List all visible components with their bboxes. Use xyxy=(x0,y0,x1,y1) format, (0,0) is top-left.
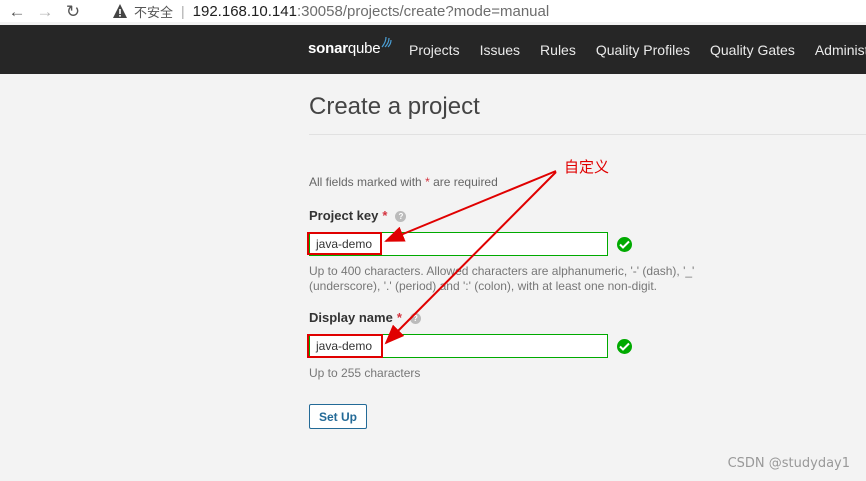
annotation-label: 自定义 xyxy=(564,158,610,176)
sonarqube-logo[interactable]: sonarqube xyxy=(308,36,392,57)
top-navigation: sonarqube Projects Issues Rules Quality … xyxy=(0,25,866,74)
reload-icon[interactable]: ↻ xyxy=(62,2,84,20)
page-title: Create a project xyxy=(309,93,480,120)
url-bar[interactable]: 不安全 | 192.168.10.141:30058/projects/crea… xyxy=(112,2,549,21)
watermark: CSDN @studyday1 xyxy=(727,456,850,471)
nav-item-rules[interactable]: Rules xyxy=(540,42,576,58)
display-name-label-text: Display name xyxy=(309,310,393,325)
address-separator: | xyxy=(181,3,185,19)
display-name-hint: Up to 255 characters xyxy=(309,366,421,380)
project-key-hint: Up to 400 characters. Allowed characters… xyxy=(309,264,709,294)
nav-item-projects[interactable]: Projects xyxy=(409,42,460,58)
display-name-label: Display name *? xyxy=(309,310,421,325)
nav-item-administration[interactable]: Administration xyxy=(815,42,866,58)
valid-check-icon xyxy=(617,237,632,252)
url-path: :30058/projects/create?mode=manual xyxy=(296,2,550,20)
display-name-required-star: * xyxy=(396,310,402,325)
project-key-hint-line1: Up to 400 characters. Allowed characters… xyxy=(309,264,695,278)
nav-item-quality-profiles[interactable]: Quality Profiles xyxy=(596,42,690,58)
help-icon[interactable]: ? xyxy=(409,313,421,325)
nav-item-issues[interactable]: Issues xyxy=(480,42,520,58)
required-note-suffix: are required xyxy=(433,175,498,189)
browser-address-bar: ← → ↻ 不安全 | 192.168.10.141:30058/project… xyxy=(0,0,866,22)
set-up-button[interactable]: Set Up xyxy=(309,404,368,429)
annotation-highlight-box xyxy=(307,232,382,255)
nav-item-quality-gates[interactable]: Quality Gates xyxy=(710,42,795,58)
annotation-highlight-box xyxy=(307,334,383,358)
logo-bold-text: sonar xyxy=(308,40,348,57)
required-star: * xyxy=(425,175,430,189)
sonar-waves-icon xyxy=(381,36,392,48)
project-key-required-star: * xyxy=(382,208,388,223)
back-arrow-icon[interactable]: ← xyxy=(6,2,28,20)
insecure-label: 不安全 xyxy=(134,5,174,21)
required-note-prefix: All fields marked with xyxy=(309,175,422,189)
project-key-hint-line2: (underscore), '.' (period) and ':' (colo… xyxy=(309,279,657,293)
required-fields-note: All fields marked with * are required xyxy=(309,175,498,189)
valid-check-icon xyxy=(617,339,632,354)
forward-arrow-icon[interactable]: → xyxy=(34,2,56,20)
warning-icon xyxy=(113,4,127,18)
url-host: 192.168.10.141 xyxy=(192,2,297,20)
main-menu: Projects Issues Rules Quality Profiles Q… xyxy=(409,25,866,74)
logo-light-text: qube xyxy=(347,40,381,57)
title-divider xyxy=(309,134,866,135)
project-key-label: Project key *? xyxy=(309,208,407,223)
project-key-label-text: Project key xyxy=(309,208,379,223)
help-icon[interactable]: ? xyxy=(395,211,407,223)
